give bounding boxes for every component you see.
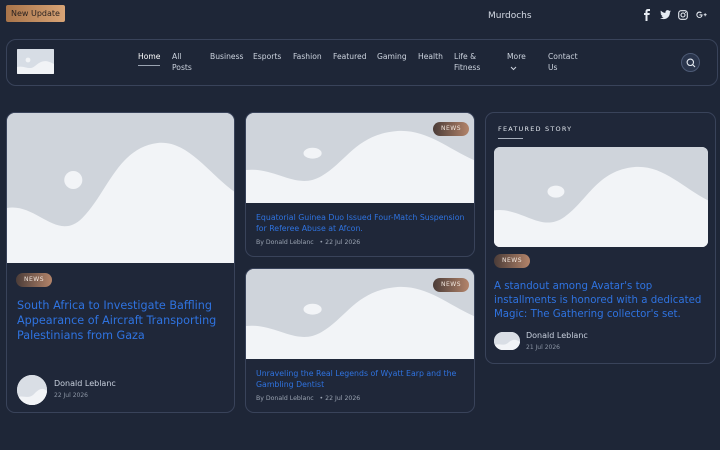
nav-item-health[interactable]: Health <box>418 51 443 62</box>
google-plus-icon[interactable] <box>696 9 707 21</box>
featured-title[interactable]: A standout among Avatar's top installmen… <box>494 280 709 322</box>
nav-more-label: More <box>507 52 526 61</box>
article-card[interactable]: NEWS Unraveling the Real Legends of Wyat… <box>245 268 475 413</box>
article-meta: By Donald Leblanc • 22 Jul 2026 <box>256 239 361 246</box>
publish-date: 22 Jul 2026 <box>54 392 88 399</box>
featured-image-placeholder[interactable] <box>494 147 708 247</box>
new-update-badge: New Update <box>6 5 65 22</box>
news-ticker[interactable]: Murdochs <box>488 11 532 21</box>
news-tag[interactable]: NEWS <box>494 254 531 268</box>
author-avatar[interactable] <box>17 375 47 405</box>
author-name[interactable]: Donald Leblanc <box>54 379 116 388</box>
main-article-card[interactable]: NEWS South Africa to Investigate Bafflin… <box>6 112 235 413</box>
twitter-icon[interactable] <box>660 9 671 21</box>
top-bar: New Update Murdochs <box>0 0 720 32</box>
chevron-down-icon <box>510 66 517 70</box>
nav-item-gaming[interactable]: Gaming <box>377 51 407 62</box>
news-tag[interactable]: NEWS <box>433 122 470 136</box>
heading-underline <box>498 138 523 139</box>
facebook-icon[interactable] <box>642 9 652 21</box>
featured-story-heading: FEATURED STORY <box>498 125 573 133</box>
news-tag[interactable]: NEWS <box>16 273 53 287</box>
news-tag[interactable]: NEWS <box>433 278 470 292</box>
article-title[interactable]: South Africa to Investigate Baffling App… <box>17 298 227 343</box>
featured-story-card: FEATURED STORY NEWS A standout among Ava… <box>485 112 716 364</box>
article-title[interactable]: Equatorial Guinea Duo Issued Four-Match … <box>256 212 471 234</box>
nav-item-business[interactable]: Business <box>210 51 244 62</box>
instagram-icon[interactable] <box>678 9 688 21</box>
publish-date: 21 Jul 2026 <box>526 344 560 351</box>
article-title[interactable]: Unraveling the Real Legends of Wyatt Ear… <box>256 368 471 390</box>
social-links <box>642 9 707 21</box>
search-icon <box>686 58 696 68</box>
nav-item-life-fitness[interactable]: Life & Fitness <box>454 51 480 73</box>
nav-item-fashion[interactable]: Fashion <box>293 51 322 62</box>
nav-item-more[interactable]: More <box>507 51 526 73</box>
article-meta: By Donald Leblanc • 22 Jul 2026 <box>256 395 361 402</box>
article-card[interactable]: NEWS Equatorial Guinea Duo Issued Four-M… <box>245 112 475 257</box>
search-button[interactable] <box>681 53 700 72</box>
nav-item-esports[interactable]: Esports <box>253 51 281 62</box>
nav-item-home[interactable]: Home <box>138 51 161 66</box>
author-avatar[interactable] <box>494 332 520 350</box>
nav-item-featured[interactable]: Featured <box>333 51 367 62</box>
nav-item-all-posts[interactable]: All Posts <box>172 51 192 73</box>
author-name[interactable]: Donald Leblanc <box>526 331 588 340</box>
main-header: Home All Posts Business Esports Fashion … <box>6 39 718 86</box>
site-logo[interactable] <box>17 49 54 74</box>
article-image-placeholder[interactable] <box>7 113 234 263</box>
nav-item-contact-us[interactable]: Contact Us <box>548 51 578 73</box>
